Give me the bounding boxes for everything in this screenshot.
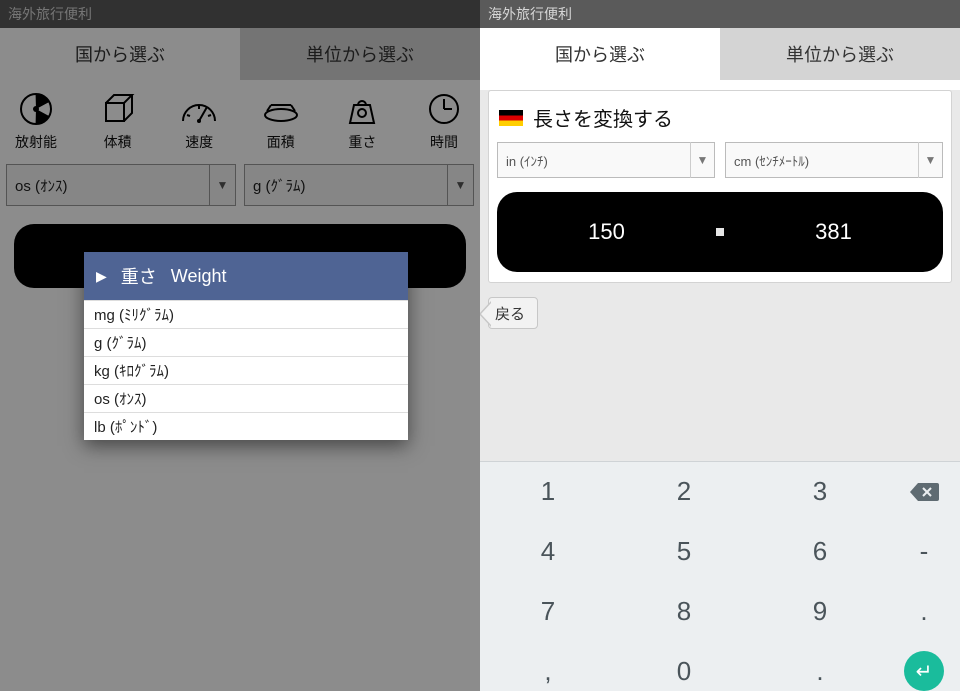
- from-unit-select[interactable]: os (ｵﾝｽ) ▼: [6, 164, 236, 206]
- unit-option[interactable]: mg (ﾐﾘｸﾞﾗﾑ): [84, 300, 408, 328]
- category-row: 放射能 体積 速度 面: [2, 86, 478, 152]
- from-unit-value: in (ｲﾝﾁ): [506, 151, 548, 170]
- play-icon: ▶: [96, 268, 107, 285]
- gauge-icon: [176, 90, 222, 128]
- key-minus[interactable]: -: [888, 522, 960, 582]
- tab-country[interactable]: 国から選ぶ: [0, 28, 240, 80]
- key-comma[interactable]: ,: [480, 641, 616, 691]
- unit-option[interactable]: lb (ﾎﾟﾝﾄﾞ): [84, 412, 408, 440]
- key-8[interactable]: 8: [616, 582, 752, 642]
- tab-unit[interactable]: 単位から選ぶ: [720, 28, 960, 80]
- unit-picker-popup: ▶ 重さ Weight mg (ﾐﾘｸﾞﾗﾑ) g (ｸﾞﾗﾑ) kg (ｷﾛｸ…: [84, 252, 408, 440]
- result-display: 150 381: [497, 192, 943, 272]
- dropdown-icon: ▼: [690, 142, 714, 178]
- from-unit-select[interactable]: in (ｲﾝﾁ) ▼: [497, 142, 715, 178]
- category-speed[interactable]: 速度: [169, 90, 229, 152]
- tab-bar: 国から選ぶ 単位から選ぶ: [480, 28, 960, 80]
- radioactivity-icon: [13, 90, 59, 128]
- card-title: 長さを変換する: [497, 101, 943, 142]
- key-0[interactable]: 0: [616, 641, 752, 691]
- tab-country[interactable]: 国から選ぶ: [480, 28, 720, 80]
- clock-icon: [421, 90, 467, 128]
- from-unit-value: os (ｵﾝｽ): [15, 175, 68, 196]
- numeric-keypad: 1 2 3 4 5 6 - 7 8 9 . , 0 . ↵: [480, 461, 960, 691]
- category-label: 放射能: [15, 132, 57, 152]
- tab-bar: 国から選ぶ 単位から選ぶ: [0, 28, 480, 80]
- key-dot[interactable]: .: [752, 641, 888, 691]
- unit-picker-title-en: Weight: [171, 266, 227, 287]
- key-2[interactable]: 2: [616, 462, 752, 522]
- category-label: 体積: [104, 132, 132, 152]
- key-9[interactable]: 9: [752, 582, 888, 642]
- scale-icon: [339, 90, 385, 128]
- to-unit-value: cm (ｾﾝﾁﾒｰﾄﾙ): [734, 151, 809, 170]
- unit-option[interactable]: os (ｵﾝｽ): [84, 384, 408, 412]
- key-backspace[interactable]: [888, 462, 960, 522]
- dropdown-icon: ▼: [918, 142, 942, 178]
- category-volume[interactable]: 体積: [88, 90, 148, 152]
- appbar-title: 海外旅行便利: [480, 0, 960, 28]
- category-area[interactable]: 面積: [251, 90, 311, 152]
- unit-option[interactable]: g (ｸﾞﾗﾑ): [84, 328, 408, 356]
- key-dot-side[interactable]: .: [888, 582, 960, 642]
- to-unit-select[interactable]: cm (ｾﾝﾁﾒｰﾄﾙ) ▼: [725, 142, 943, 178]
- category-time[interactable]: 時間: [414, 90, 474, 152]
- key-6[interactable]: 6: [752, 522, 888, 582]
- output-value: 381: [724, 219, 943, 245]
- dropdown-icon: ▼: [447, 164, 473, 206]
- category-label: 面積: [267, 132, 295, 152]
- key-4[interactable]: 4: [480, 522, 616, 582]
- separator-icon: [716, 228, 724, 236]
- to-unit-select[interactable]: g (ｸﾞﾗﾑ) ▼: [244, 164, 474, 206]
- back-button[interactable]: 戻る: [488, 297, 538, 329]
- category-label: 時間: [430, 132, 458, 152]
- key-7[interactable]: 7: [480, 582, 616, 642]
- unit-picker-header: ▶ 重さ Weight: [84, 252, 408, 300]
- enter-icon: ↵: [904, 651, 944, 691]
- appbar-title: 海外旅行便利: [0, 0, 480, 28]
- input-value: 150: [497, 219, 716, 245]
- unit-picker-title-jp: 重さ: [121, 263, 157, 289]
- unit-option[interactable]: kg (ｷﾛｸﾞﾗﾑ): [84, 356, 408, 384]
- key-5[interactable]: 5: [616, 522, 752, 582]
- card-title-text: 長さを変換する: [533, 103, 673, 132]
- category-weight[interactable]: 重さ: [332, 90, 392, 152]
- key-enter[interactable]: ↵: [888, 641, 960, 691]
- area-icon: [258, 90, 304, 128]
- tab-unit[interactable]: 単位から選ぶ: [240, 28, 480, 80]
- category-label: 速度: [185, 132, 213, 152]
- key-3[interactable]: 3: [752, 462, 888, 522]
- category-label: 重さ: [348, 132, 376, 152]
- category-radioactivity[interactable]: 放射能: [6, 90, 66, 152]
- converter-card: 長さを変換する in (ｲﾝﾁ) ▼ cm (ｾﾝﾁﾒｰﾄﾙ) ▼ 150 38…: [488, 90, 952, 283]
- dropdown-icon: ▼: [209, 164, 235, 206]
- key-1[interactable]: 1: [480, 462, 616, 522]
- cube-icon: [95, 90, 141, 128]
- germany-flag-icon: [499, 110, 523, 126]
- backspace-icon: [909, 481, 939, 503]
- to-unit-value: g (ｸﾞﾗﾑ): [253, 175, 306, 196]
- back-button-label: 戻る: [495, 303, 525, 324]
